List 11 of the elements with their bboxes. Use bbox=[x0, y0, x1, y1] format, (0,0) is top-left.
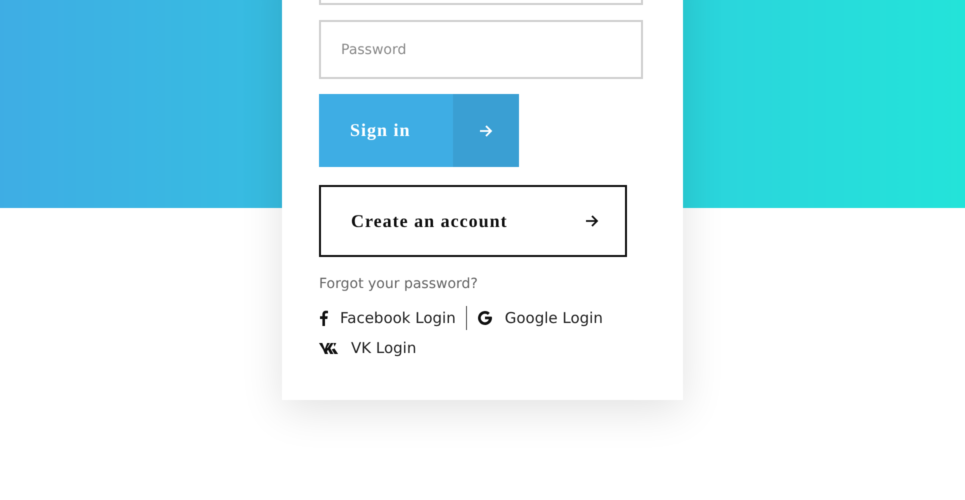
arrow-icon bbox=[585, 214, 599, 228]
create-account-button[interactable]: Create an account bbox=[319, 185, 627, 257]
vk-icon bbox=[319, 342, 339, 354]
arrow-icon bbox=[479, 124, 493, 138]
social-login-link[interactable]: VK Login bbox=[319, 336, 426, 360]
social-login-link[interactable]: Facebook Login bbox=[319, 306, 466, 330]
facebook-icon bbox=[319, 310, 328, 326]
social-login-link[interactable]: Google Login bbox=[466, 306, 613, 330]
forgot-password-link[interactable]: Forgot your password? bbox=[319, 276, 478, 292]
google-icon bbox=[476, 310, 493, 326]
password-field[interactable]: Password bbox=[319, 20, 643, 79]
